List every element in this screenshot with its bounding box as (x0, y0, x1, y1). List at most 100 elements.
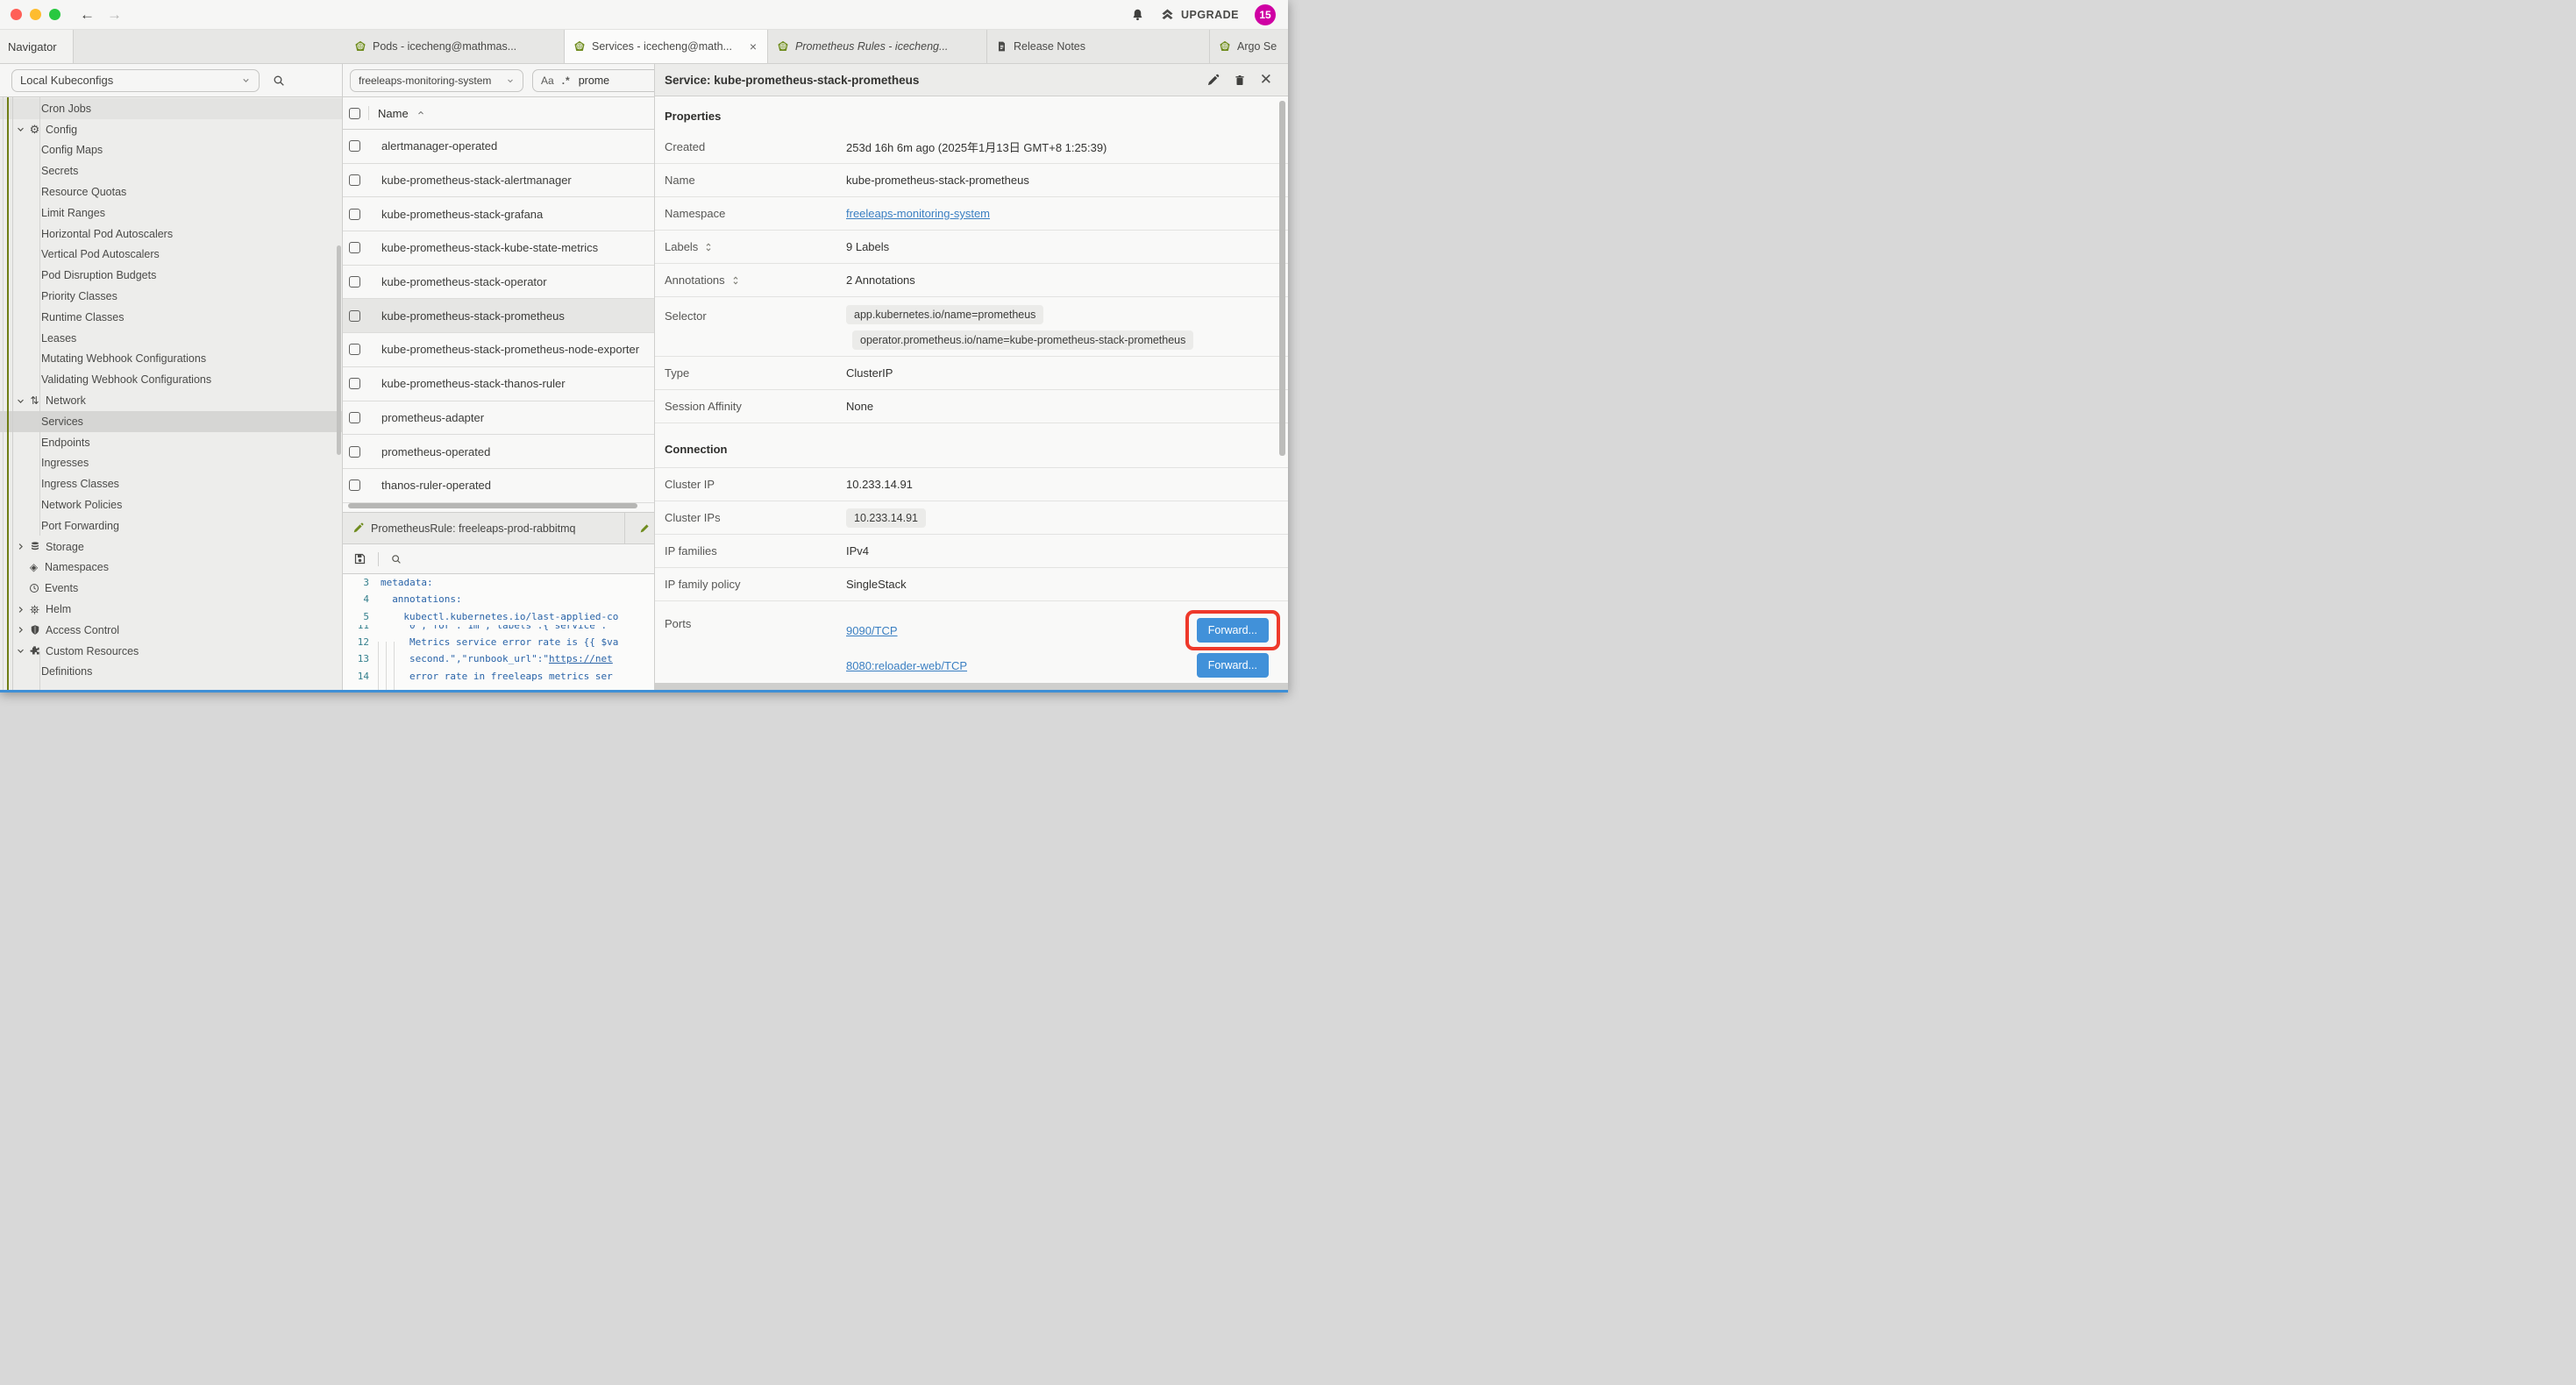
regex-toggle[interactable]: .* (562, 75, 571, 87)
sidebar-item-helm[interactable]: Helm (0, 599, 342, 620)
namespace-selector[interactable]: freeleaps-monitoring-system (350, 69, 523, 92)
navigator-panel-tab[interactable]: Navigator (0, 30, 74, 63)
sidebar-item-storage[interactable]: Storage (0, 536, 342, 558)
table-row-thanos-ruler-operated[interactable]: thanos-ruler-operated (343, 469, 654, 503)
sidebar-item-events[interactable]: Events (0, 578, 342, 599)
close-panel-icon[interactable]: ✕ (1260, 71, 1272, 89)
detail-label: Annotations (665, 273, 846, 287)
select-all-checkbox[interactable] (349, 108, 360, 119)
tab-release-notes[interactable]: Release Notes (987, 30, 1210, 63)
sidebar-item-network-policies[interactable]: Network Policies (0, 494, 342, 515)
sidebar-item-pod-disruption-budgets[interactable]: Pod Disruption Budgets (0, 265, 342, 286)
sidebar-item-namespaces[interactable]: ◈Namespaces (0, 558, 342, 579)
sidebar-item-runtime-classes[interactable]: Runtime Classes (0, 307, 342, 328)
nav-back-icon[interactable]: ← (80, 6, 95, 24)
row-checkbox[interactable] (349, 479, 360, 491)
editor-line-13: 13second.","runbook_url":"https://net (343, 650, 654, 667)
sidebar-item-validating-webhook-configurations[interactable]: Validating Webhook Configurations (0, 369, 342, 390)
table-row-kube-prometheus-stack-alertmanager[interactable]: kube-prometheus-stack-alertmanager (343, 164, 654, 198)
forward-button[interactable]: Forward... (1197, 653, 1269, 678)
yaml-editor[interactable]: 3metadata:4annotations:5kubectl.kubernet… (343, 574, 654, 690)
sidebar-item-ingress-classes[interactable]: Ingress Classes (0, 473, 342, 494)
editor-line-12: 12Metrics service error rate is {{ $va (343, 634, 654, 650)
sidebar-item-limit-ranges[interactable]: Limit Ranges (0, 202, 342, 224)
row-checkbox[interactable] (349, 209, 360, 220)
delete-icon[interactable] (1234, 74, 1246, 87)
selector-chip: app.kubernetes.io/name=prometheus (846, 305, 1043, 324)
table-row-kube-prometheus-stack-prometheus[interactable]: kube-prometheus-stack-prometheus (343, 299, 654, 333)
close-window-button[interactable] (11, 9, 22, 20)
save-icon[interactable] (353, 552, 366, 565)
row-checkbox[interactable] (349, 378, 360, 389)
minimize-window-button[interactable] (30, 9, 41, 20)
sidebar-item-cron-jobs[interactable]: Cron Jobs (0, 98, 342, 119)
tab-services-icecheng-math[interactable]: Services - icecheng@math...× (565, 30, 768, 63)
sidebar-item-config-maps[interactable]: Config Maps (0, 140, 342, 161)
nav-forward-icon[interactable]: → (107, 6, 122, 24)
match-case-toggle[interactable]: Aa (541, 75, 554, 87)
namespace-link[interactable]: freeleaps-monitoring-system (846, 207, 990, 220)
sidebar-item-resource-quotas[interactable]: Resource Quotas (0, 181, 342, 202)
row-checkbox[interactable] (349, 412, 360, 423)
editor-tab-partial[interactable] (625, 513, 654, 543)
sidebar-item-custom-resources[interactable]: Custom Resources (0, 641, 342, 662)
horizontal-scrollbar-thumb[interactable] (348, 503, 637, 508)
sidebar-item-priority-classes[interactable]: Priority Classes (0, 286, 342, 307)
detail-scrollbar-thumb[interactable] (1279, 101, 1285, 456)
table-row-kube-prometheus-stack-thanos-ruler[interactable]: kube-prometheus-stack-thanos-ruler (343, 367, 654, 401)
tab-argo-se[interactable]: Argo Se (1210, 30, 1288, 63)
sidebar-item-vertical-pod-autoscalers[interactable]: Vertical Pod Autoscalers (0, 245, 342, 266)
close-tab-icon[interactable]: × (748, 39, 758, 53)
shield-icon (28, 624, 41, 636)
bell-icon[interactable] (1131, 8, 1144, 22)
sidebar-item-leases[interactable]: Leases (0, 328, 342, 349)
sidebar-item-secrets[interactable]: Secrets (0, 160, 342, 181)
notification-badge[interactable]: 15 (1255, 4, 1276, 25)
row-checkbox[interactable] (349, 446, 360, 458)
sidebar-item-mutating-webhook-configurations[interactable]: Mutating Webhook Configurations (0, 349, 342, 370)
chevron-down-icon (15, 646, 25, 656)
name-column-header[interactable]: Name (378, 107, 409, 120)
search-query-text: prome (579, 75, 609, 87)
row-checkbox[interactable] (349, 344, 360, 355)
sidebar-item-config[interactable]: ⚙Config (0, 119, 342, 140)
sidebar-scrollbar-thumb[interactable] (337, 245, 341, 455)
sidebar-item-services[interactable]: Services (0, 411, 342, 432)
editor-tab-prometheusrule[interactable]: PrometheusRule: freeleaps-prod-rabbitmq (343, 513, 625, 543)
row-checkbox[interactable] (349, 310, 360, 322)
upgrade-button[interactable]: UPGRADE (1160, 7, 1239, 22)
table-row-kube-prometheus-stack-grafana[interactable]: kube-prometheus-stack-grafana (343, 197, 654, 231)
sidebar-item-access-control[interactable]: Access Control (0, 620, 342, 641)
zoom-window-button[interactable] (49, 9, 60, 20)
sidebar-item-port-forwarding[interactable]: Port Forwarding (0, 515, 342, 536)
edit-icon[interactable] (1206, 74, 1220, 87)
table-row-prometheus-adapter[interactable]: prometheus-adapter (343, 401, 654, 436)
row-checkbox[interactable] (349, 174, 360, 186)
row-checkbox[interactable] (349, 140, 360, 152)
table-row-alertmanager-operated[interactable]: alertmanager-operated (343, 130, 654, 164)
kubeconfig-selector[interactable]: Local Kubeconfigs (11, 69, 260, 92)
table-row-kube-prometheus-stack-kube-state-metrics[interactable]: kube-prometheus-stack-kube-state-metrics (343, 231, 654, 266)
list-search-input[interactable]: Aa .* prome (532, 69, 654, 92)
sort-ascending-icon[interactable] (416, 109, 425, 117)
line-text: second.","runbook_url":"https://net (381, 653, 613, 664)
tab-prometheus-rules-icecheng[interactable]: Prometheus Rules - icecheng... (768, 30, 987, 63)
sidebar-item-endpoints[interactable]: Endpoints (0, 432, 342, 453)
editor-search-icon[interactable] (390, 553, 402, 565)
port-link-8080-reloader-web-tcp[interactable]: 8080:reloader-web/TCP (846, 659, 967, 672)
table-row-kube-prometheus-stack-operator[interactable]: kube-prometheus-stack-operator (343, 266, 654, 300)
row-checkbox[interactable] (349, 242, 360, 253)
table-row-prometheus-operated[interactable]: prometheus-operated (343, 435, 654, 469)
forward-button[interactable]: Forward... (1197, 618, 1269, 643)
row-checkbox[interactable] (349, 276, 360, 288)
sidebar-item-horizontal-pod-autoscalers[interactable]: Horizontal Pod Autoscalers (0, 224, 342, 245)
detail-bottom-scrollbar-track[interactable] (655, 683, 1288, 690)
sidebar-item-network[interactable]: ⇅Network (0, 390, 342, 411)
sidebar-item-ingresses[interactable]: Ingresses (0, 453, 342, 474)
table-row-kube-prometheus-stack-prometheus-node-exporter[interactable]: kube-prometheus-stack-prometheus-node-ex… (343, 333, 654, 367)
port-link-9090-tcp[interactable]: 9090/TCP (846, 624, 898, 637)
sidebar-search-icon[interactable] (272, 74, 286, 88)
tab-pods-icecheng-mathmas[interactable]: Pods - icecheng@mathmas... (345, 30, 565, 63)
runbook-url-link[interactable]: https://net (549, 653, 613, 664)
sidebar-item-definitions[interactable]: Definitions (0, 662, 342, 683)
